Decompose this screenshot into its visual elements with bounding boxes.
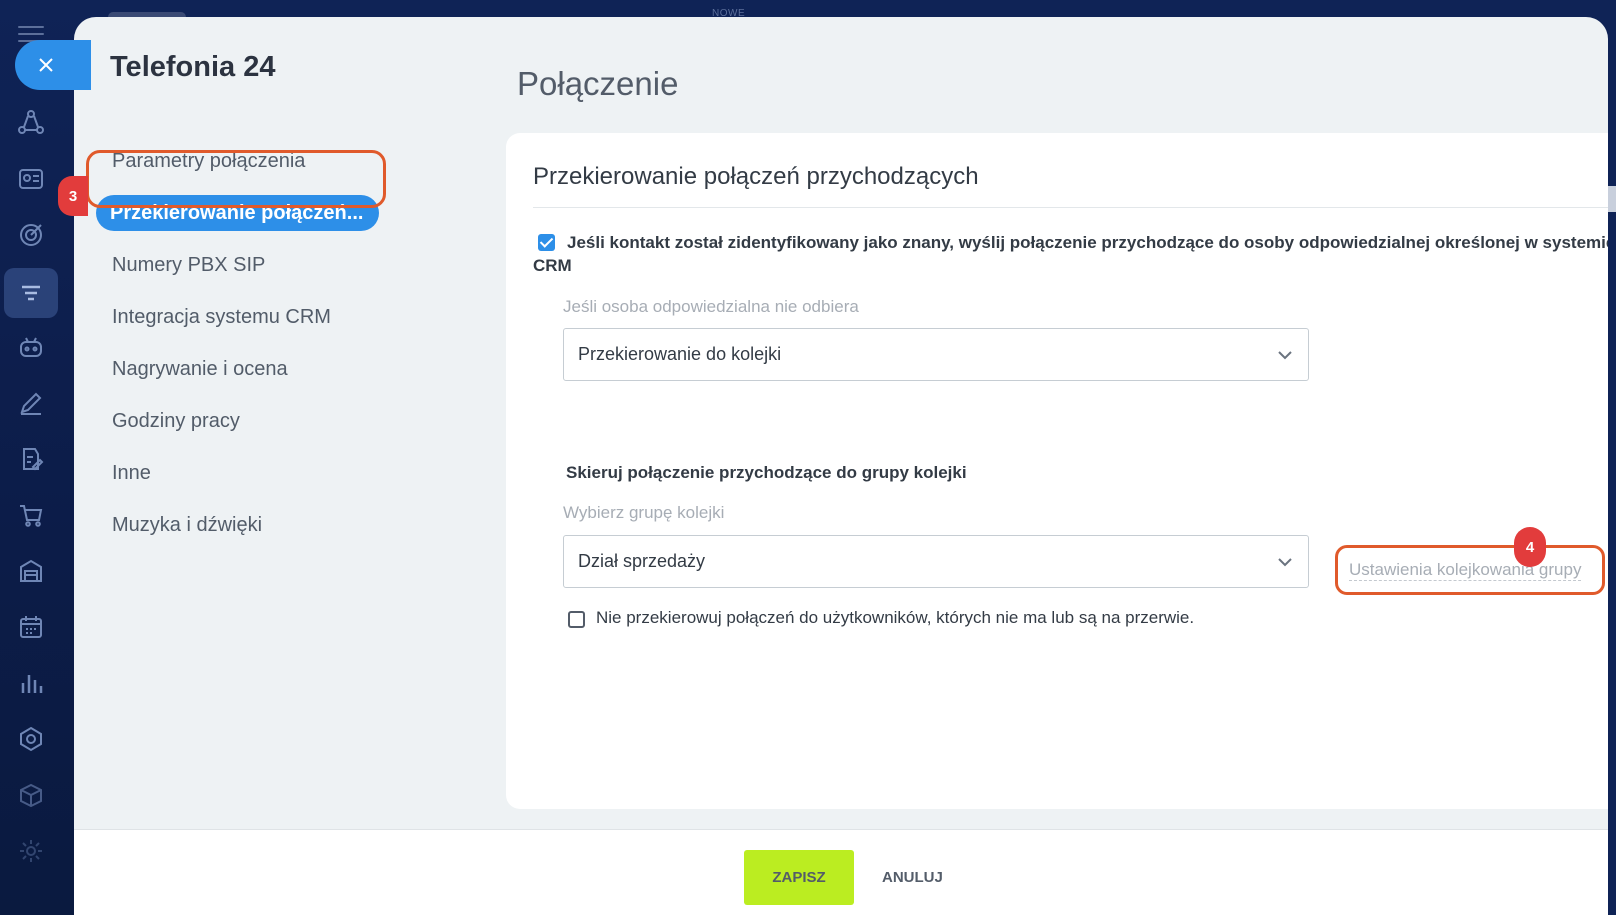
document-edit-icon[interactable] [14,442,48,476]
crm-forward-checkbox[interactable] [538,234,555,251]
skip-absent-label: Nie przekierowuj połączeń do użytkownikó… [596,608,1195,627]
step-badge-3: 3 [58,176,88,216]
crm-forward-label: Jeśli kontakt został zidentyfikowany jak… [533,233,1608,275]
queue-section-title: Skieruj połączenie przychodzące do grupy… [566,463,967,482]
cart-icon[interactable] [14,498,48,532]
queue-group-label: Wybierz grupę kolejki [563,503,725,522]
queue-settings-link[interactable]: Ustawienia kolejkowania grupy [1349,560,1582,581]
close-button[interactable] [15,40,91,90]
box-icon[interactable] [14,778,48,812]
filter-icon[interactable] [4,268,58,318]
right-edge-mark [1608,186,1616,212]
nav-item-recording-rating[interactable]: Nagrywanie i ocena [112,349,288,389]
cancel-button[interactable]: ANULUJ [870,850,955,905]
hexagon-icon[interactable] [14,722,48,756]
section-title: Połączenie [517,65,679,102]
nav-item-call-forwarding[interactable]: Przekierowanie połączeń... [96,195,380,231]
card-title: Przekierowanie połączeń przychodzących [533,163,979,190]
nav-item-other[interactable]: Inne [112,453,151,493]
pen-icon[interactable] [14,386,48,420]
chevron-down-icon [1278,351,1292,360]
modal-title: Telefonia 24 [110,51,276,83]
bar-chart-icon[interactable] [14,666,48,700]
contact-card-icon[interactable] [14,162,48,196]
nav-item-pbx-sip-numbers[interactable]: Numery PBX SIP [112,245,265,285]
robot-icon[interactable] [14,330,48,364]
flow-icon[interactable] [14,106,48,140]
nav-item-music-sounds[interactable]: Muzyka i dźwięki [112,505,262,545]
nav-item-working-hours[interactable]: Godziny pracy [112,401,240,441]
left-rail [0,0,74,915]
warehouse-icon[interactable] [14,554,48,588]
no-answer-label: Jeśli osoba odpowiedzialna nie odbiera [563,297,859,316]
step-badge-4: 4 [1514,527,1546,567]
nav-item-connection-parameters[interactable]: Parametry połączenia [112,141,305,181]
queue-group-select-value: Dział sprzedaży [578,551,706,571]
card-divider [533,207,1608,208]
nav-item-crm-integration[interactable]: Integracja systemu CRM [112,297,331,337]
telephony-settings-modal: Telefonia 24 Parametry połączenia Przeki… [74,17,1608,915]
gear-icon[interactable] [14,834,48,868]
right-edge [1608,0,1616,915]
target-icon[interactable] [14,218,48,252]
chevron-down-icon [1278,558,1292,567]
no-answer-select[interactable]: Przekierowanie do kolejki [563,328,1309,381]
modal-footer: ZAPISZ ANULUJ [74,829,1608,915]
queue-group-select[interactable]: Dział sprzedaży [563,535,1309,588]
forwarding-card: Przekierowanie połączeń przychodzących J… [506,133,1608,809]
save-button[interactable]: ZAPISZ [744,850,854,905]
queue-settings-callout: Ustawienia kolejkowania grupy [1335,545,1605,595]
skip-absent-checkbox[interactable] [568,611,585,628]
no-answer-select-value: Przekierowanie do kolejki [578,344,782,364]
close-icon [39,58,53,72]
calendar-icon[interactable] [14,610,48,644]
